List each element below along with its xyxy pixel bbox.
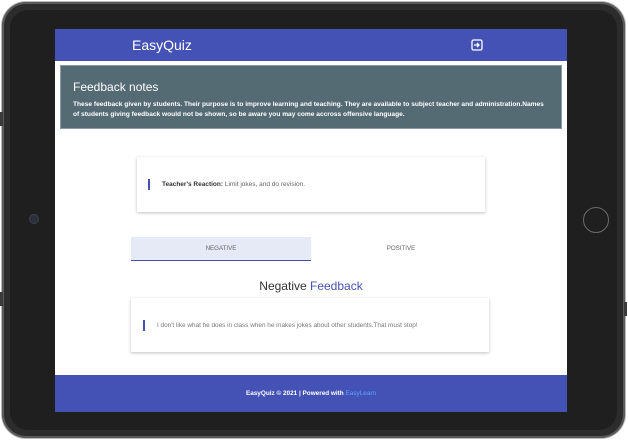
heading-part1: Negative [259,279,310,293]
teacher-reaction-card: Teacher's Reaction: Limit jokes, and do … [137,157,485,212]
brand-logo[interactable]: EasyQuiz [132,37,192,53]
section-heading: Negative Feedback [55,279,567,293]
notes-text: These feedback given by students. Their … [73,101,544,118]
feedback-text: I don't like what he does in class when … [157,322,418,329]
side-key [0,292,3,306]
camera-icon [30,215,38,223]
footer-link[interactable]: EasyLearn [346,390,377,397]
home-button[interactable] [583,207,609,233]
logout-icon[interactable] [471,39,483,51]
notes-title: Feedback notes [73,80,159,94]
side-key [0,112,3,126]
tab-negative[interactable]: NEGATIVE [131,237,311,261]
heading-part2: Feedback [310,279,363,293]
accent-bar [148,179,150,190]
tab-positive[interactable]: POSITIVE [311,237,491,261]
feedback-tabs: NEGATIVE POSITIVE [131,237,491,261]
app-screen: EasyQuiz Feedback notes These feedback g… [55,29,567,412]
reaction-text: Teacher's Reaction: Limit jokes, and do … [162,181,305,188]
feedback-notes-panel: Feedback notes These feedback given by s… [60,65,562,129]
reaction-value: Limit jokes, and do revision. [223,181,306,188]
top-navbar: EasyQuiz [55,29,567,61]
feedback-card: I don't like what he does in class when … [131,298,489,352]
reaction-label: Teacher's Reaction: [162,181,224,188]
side-key [624,302,627,316]
footer-text: EasyQuiz © 2021 | Powered with [245,390,346,397]
accent-bar [143,320,145,331]
footer: EasyQuiz © 2021 | Powered with EasyLearn [55,375,567,412]
